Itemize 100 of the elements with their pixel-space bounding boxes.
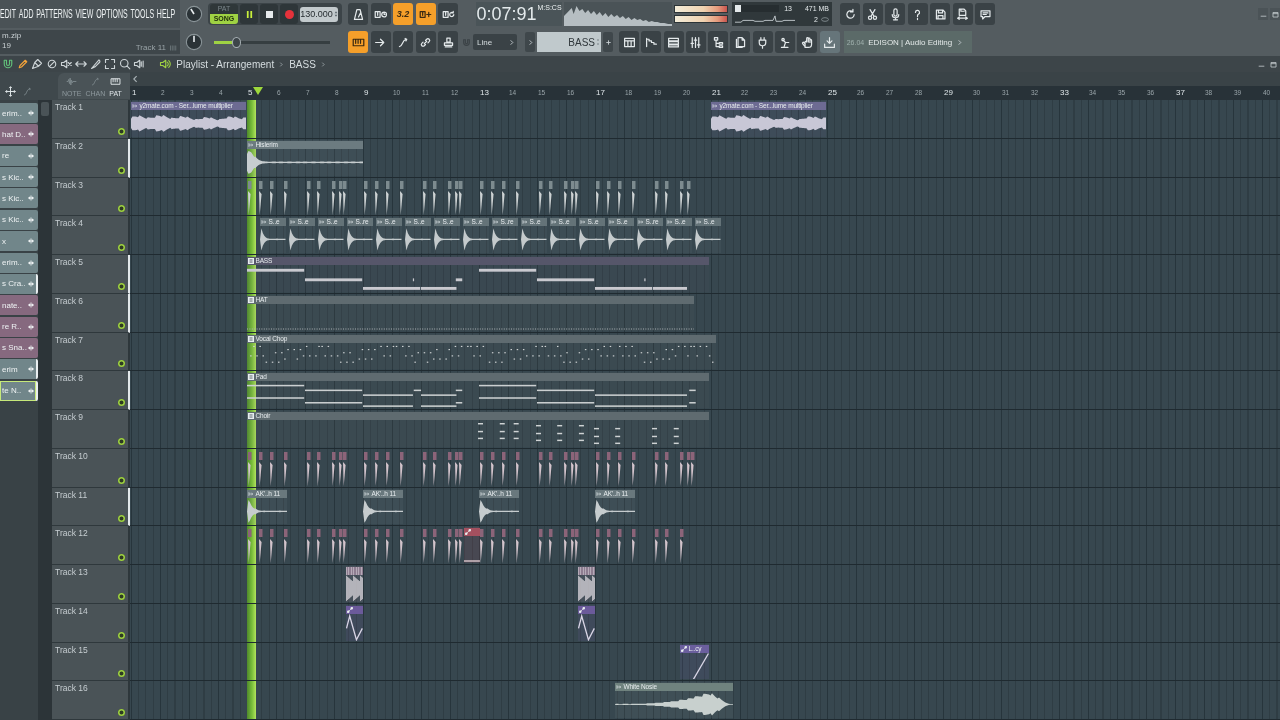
track-header[interactable]: Track 7: [52, 332, 130, 372]
automation-clip[interactable]: [577, 604, 595, 641]
track-header[interactable]: Track 10: [52, 448, 130, 488]
magnet-icon[interactable]: [2, 58, 14, 70]
automation-clip[interactable]: [345, 604, 363, 641]
minimize-button[interactable]: [1258, 8, 1268, 20]
menu-item[interactable]: PATTERNS: [36, 7, 73, 21]
led-icon[interactable]: [118, 670, 125, 678]
channel-button[interactable]: nate..: [0, 295, 38, 316]
microphone-button[interactable]: [885, 3, 905, 25]
knob-icon[interactable]: [185, 33, 203, 51]
keys-plus-button[interactable]: [415, 3, 436, 25]
chat-button[interactable]: [975, 3, 995, 25]
led-icon[interactable]: [118, 631, 125, 639]
led-icon[interactable]: [118, 476, 125, 484]
hand-button[interactable]: [797, 31, 818, 53]
mute-icon[interactable]: [60, 58, 73, 70]
pattern-breadcrumb[interactable]: BASS: [289, 58, 316, 70]
sliced-audio-clip[interactable]: [577, 566, 595, 602]
led-icon[interactable]: [118, 592, 125, 600]
track-header[interactable]: Track 6: [52, 293, 130, 333]
track-header[interactable]: Track 4: [52, 216, 130, 255]
pause-button[interactable]: [240, 4, 258, 24]
channel-button[interactable]: erim: [0, 359, 38, 380]
led-icon[interactable]: [118, 515, 125, 523]
scissors-button[interactable]: [862, 3, 883, 25]
menu-item[interactable]: ADD: [18, 7, 34, 21]
channel-button[interactable]: erim..: [0, 103, 38, 123]
channel-button[interactable]: te N..: [0, 380, 38, 401]
slider-handle[interactable]: [232, 36, 242, 48]
keyboard-button[interactable]: [348, 31, 368, 53]
knife-icon[interactable]: [89, 58, 102, 70]
prohibit-icon[interactable]: [45, 58, 58, 70]
stamp-button[interactable]: [438, 31, 458, 53]
led-icon[interactable]: [118, 360, 125, 368]
speaker-bars-icon[interactable]: [133, 58, 146, 70]
help-button[interactable]: [907, 3, 928, 25]
track-header[interactable]: Track 9: [52, 410, 130, 449]
move-arrows-icon[interactable]: [5, 86, 16, 97]
select-icon[interactable]: [104, 58, 117, 70]
channel-button[interactable]: re: [0, 145, 38, 166]
channel-button[interactable]: hat D..: [0, 124, 38, 145]
save-button[interactable]: [930, 3, 950, 25]
save-arrows-button[interactable]: [952, 3, 973, 25]
playlist-grid[interactable]: [130, 100, 1280, 720]
channel-button[interactable]: erim..: [0, 252, 38, 273]
channel-button[interactable]: s Sna..: [0, 337, 38, 358]
track-header[interactable]: Track 15: [52, 642, 130, 682]
led-icon[interactable]: [118, 282, 125, 290]
restore-icon[interactable]: [1269, 59, 1278, 69]
countdown-button[interactable]: 3.2: [393, 3, 413, 25]
magnifier-icon[interactable]: [118, 58, 131, 70]
channel-button[interactable]: s Kic..: [0, 188, 38, 209]
restore-button[interactable]: [1270, 8, 1280, 20]
horizontal-scrollbar[interactable]: [130, 72, 1280, 86]
keys-loop-button[interactable]: [438, 3, 458, 25]
sliced-audio-clip[interactable]: [345, 566, 363, 602]
led-icon[interactable]: [118, 166, 125, 174]
led-icon[interactable]: [118, 321, 125, 329]
link-button[interactable]: [415, 31, 436, 53]
track-header[interactable]: Track 3: [52, 177, 130, 217]
download-button[interactable]: [819, 31, 840, 53]
curve-button[interactable]: [393, 31, 413, 53]
track-header[interactable]: Track 13: [52, 565, 130, 604]
brush-icon[interactable]: [31, 58, 44, 70]
mixer-button[interactable]: [685, 31, 706, 53]
led-icon[interactable]: [118, 205, 125, 213]
menu-item[interactable]: HELP: [156, 7, 176, 21]
add-pattern-button[interactable]: [603, 32, 613, 52]
scroll-left-icon[interactable]: [131, 74, 140, 84]
pencil-icon[interactable]: [16, 58, 29, 70]
led-icon[interactable]: [118, 127, 125, 135]
channel-button[interactable]: s Kic..: [0, 209, 38, 230]
speaker-icon[interactable]: [159, 58, 172, 70]
track-header[interactable]: Track 14: [52, 603, 130, 643]
pattern-selector[interactable]: BASS: [537, 32, 601, 52]
steps-button[interactable]: [641, 31, 662, 53]
led-icon[interactable]: [118, 437, 125, 445]
grid-window-button[interactable]: [619, 31, 639, 53]
track-header[interactable]: Track 1: [52, 100, 130, 139]
knob-icon[interactable]: [185, 5, 203, 23]
metronome-button[interactable]: [348, 3, 368, 25]
keyboard-icon[interactable]: [110, 75, 122, 87]
track-header[interactable]: Track 11: [52, 487, 130, 527]
page-button[interactable]: [730, 31, 751, 53]
channel-button[interactable]: re R..: [0, 316, 38, 337]
stop-button[interactable]: [260, 4, 278, 24]
folder-tree-button[interactable]: [708, 31, 729, 53]
channel-button[interactable]: s Cra..: [0, 273, 38, 294]
keys-clock-button[interactable]: [370, 3, 391, 25]
led-icon[interactable]: [118, 709, 125, 716]
automation-clip[interactable]: [463, 527, 480, 563]
menu-item[interactable]: VIEW: [75, 7, 94, 21]
track-header[interactable]: Track 16: [52, 681, 130, 720]
refresh-button[interactable]: [840, 3, 860, 25]
rows-button[interactable]: [663, 31, 684, 53]
track-header[interactable]: Track 12: [52, 526, 130, 565]
channel-button[interactable]: x: [0, 231, 38, 252]
arrow-button[interactable]: [370, 31, 391, 53]
channel-button[interactable]: s Kic..: [0, 167, 38, 188]
